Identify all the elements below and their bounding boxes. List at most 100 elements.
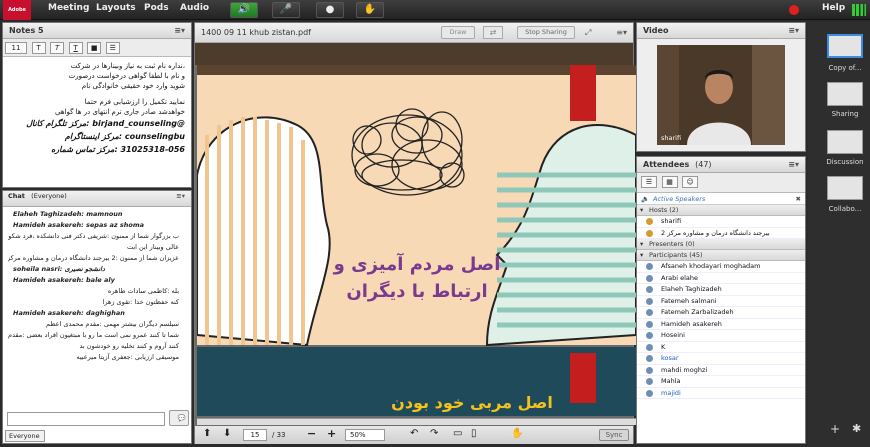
underline-icon[interactable]: T: [68, 42, 83, 54]
participant-icon: [646, 389, 653, 397]
list-icon[interactable]: ☰: [105, 42, 120, 54]
pod-menu-icon[interactable]: ≡▾: [788, 157, 799, 173]
list-view-icon[interactable]: ☰: [641, 176, 657, 188]
left-head-silhouette: [197, 116, 331, 347]
share-bottom-toolbar: ⬆ ⬇ 15 / 33 − + 50% ↶ ↷ ▭ ▯ ✋ Sync: [195, 426, 633, 444]
fullscreen-icon[interactable]: ⤢: [585, 23, 591, 43]
page-number-input[interactable]: 15: [243, 429, 267, 441]
menu-help[interactable]: Help: [822, 3, 845, 13]
raise-hand-button[interactable]: ✋: [356, 2, 384, 18]
close-icon[interactable]: ✖: [796, 193, 801, 205]
participant-item[interactable]: Fatemeh Zarbalizadeh: [637, 307, 805, 319]
pod-menu-icon[interactable]: ≡▾: [176, 191, 185, 202]
host-item[interactable]: sharifi: [637, 216, 805, 228]
participant-item[interactable]: Hamideh asakereh: [637, 319, 805, 330]
next-slide-title: اصل مربی خود بودن: [391, 393, 553, 412]
chat-message: Hamideh asakereh: bale aly: [13, 276, 115, 284]
add-layout-icon[interactable]: +: [830, 422, 840, 436]
layout-label: Collabo...: [828, 205, 862, 213]
chat-message: شما تا کنند عمرو نمی است ما رو با مبتغیو…: [8, 331, 179, 339]
speech-bubble-icon: 💬: [177, 414, 186, 422]
stop-sharing-button[interactable]: Stop Sharing: [517, 26, 575, 39]
participant-item[interactable]: Arabi elahe: [637, 273, 805, 284]
layout-thumb-copy[interactable]: [827, 34, 863, 58]
participant-item[interactable]: Afsaneh khodayari moghadam: [637, 261, 805, 273]
bold-icon[interactable]: T: [31, 42, 46, 54]
microphone-button[interactable]: 🎤: [272, 2, 300, 18]
chat-pod: Chat (Everyone) ≡▾ Elaheh Taghizadeh: ma…: [2, 190, 192, 444]
participant-name: kosar: [661, 354, 679, 362]
fit-width-icon[interactable]: ▭: [453, 428, 462, 439]
menu-meeting[interactable]: Meeting: [48, 3, 89, 13]
redo-icon[interactable]: ↷: [430, 428, 438, 439]
grid-view-icon[interactable]: ▦: [661, 176, 678, 188]
hosts-list: sharifi 2 بیرجند دانشگاه درمان و مشاوره …: [637, 216, 805, 239]
fit-page-icon[interactable]: ▯: [471, 428, 477, 439]
video-pod-header: Video ≡▾: [637, 23, 805, 39]
sync-icon[interactable]: ⇄: [483, 26, 503, 39]
layout-thumb-discussion[interactable]: [827, 130, 863, 154]
participant-item[interactable]: Hoseini: [637, 330, 805, 342]
pod-menu-icon[interactable]: ≡▾: [616, 23, 627, 43]
chat-message: Elaheh Taghizadeh: mamnoun: [13, 210, 123, 218]
speaker-icon: 🔊: [237, 4, 251, 15]
font-size-select[interactable]: 11: [5, 42, 27, 54]
zoom-in-icon[interactable]: +: [327, 427, 336, 440]
participant-name: Hamideh asakereh: [661, 319, 722, 328]
undo-icon[interactable]: ↶: [410, 428, 418, 439]
notes-content[interactable]: ،نداره نام ثبت به نیاز وبینارها در شرکت و…: [3, 57, 191, 156]
settings-icon[interactable]: ✱: [852, 422, 861, 435]
chat-recipient-select[interactable]: Everyone: [5, 430, 45, 442]
chat-input[interactable]: [7, 412, 165, 426]
share-pod-header: 1400 09 11 khub zistan.pdf Draw ⇄ Stop S…: [195, 23, 633, 43]
presenters-section-header[interactable]: Presenters (0): [637, 239, 805, 250]
webcam-button[interactable]: ●: [316, 2, 344, 18]
participant-name: mahdi moghzi: [661, 365, 708, 374]
layout-thumb-sharing[interactable]: [827, 82, 863, 106]
menu-layouts[interactable]: Layouts: [96, 3, 136, 13]
participant-name: Hoseini: [661, 331, 685, 339]
status-view-icon[interactable]: ☺: [682, 176, 699, 188]
layout-label: Discussion: [826, 158, 864, 166]
participant-item[interactable]: Mahla: [637, 376, 805, 388]
sync-button[interactable]: Sync: [599, 429, 629, 441]
horizontal-scrollbar[interactable]: [197, 418, 636, 425]
participant-item[interactable]: K: [637, 342, 805, 353]
zoom-out-icon[interactable]: −: [307, 427, 316, 440]
slide-view: اصل مردم آمیزی و ارتباط با دیگران اصل مر…: [197, 65, 636, 416]
hosts-section-header[interactable]: Hosts (2): [637, 205, 805, 216]
slide-title-line-2: ارتباط با دیگران: [346, 280, 487, 302]
chat-message: کنه حفظتون خدا :تقوی زهرا: [102, 298, 179, 306]
participant-item[interactable]: kosar: [637, 353, 805, 365]
speaker-button[interactable]: 🔊: [230, 2, 258, 18]
chat-title: Chat: [8, 192, 25, 200]
participant-item[interactable]: mahdi moghzi: [637, 365, 805, 376]
send-button[interactable]: 💬: [169, 410, 189, 426]
note-line: ،نداره نام ثبت به نیاز وبینارها در شرکت: [70, 62, 185, 70]
pod-menu-icon[interactable]: ≡▾: [174, 23, 185, 39]
previous-page-icon[interactable]: ⬆: [203, 428, 211, 439]
layout-thumb-collaboration[interactable]: [827, 176, 863, 200]
pointer-icon[interactable]: ✋: [511, 428, 523, 439]
zoom-select[interactable]: 50%: [345, 429, 385, 441]
italic-icon[interactable]: T: [50, 42, 65, 54]
participant-item[interactable]: Elaheh Taghizadeh: [637, 284, 805, 296]
microphone-icon: 🎤: [279, 4, 293, 15]
participant-item[interactable]: majidi: [637, 388, 805, 399]
record-indicator-icon[interactable]: [789, 5, 799, 15]
color-icon[interactable]: ■: [87, 42, 102, 54]
participant-name: Fatemeh salmani: [661, 296, 717, 305]
top-menu-bar: Adobe Meeting Layouts Pods Audio 🔊 🎤 ● ✋…: [0, 0, 870, 20]
video-title: Video: [643, 26, 669, 35]
draw-button[interactable]: Draw: [441, 26, 475, 39]
menu-pods[interactable]: Pods: [144, 3, 169, 13]
menu-audio[interactable]: Audio: [180, 3, 209, 13]
note-line: و نام با لطفا گواهی درخواست درصورت: [68, 72, 185, 80]
pod-menu-icon[interactable]: ≡▾: [788, 23, 799, 39]
host-item[interactable]: 2 بیرجند دانشگاه درمان و مشاوره مرکز: [637, 228, 805, 239]
participant-name: Arabi elahe: [661, 273, 699, 282]
next-page-icon[interactable]: ⬇: [223, 428, 231, 439]
chat-messages: Elaheh Taghizadeh: mamnoun Hamideh asaker…: [3, 207, 191, 405]
participants-section-header[interactable]: Participants (45): [637, 250, 805, 261]
participant-item[interactable]: Fatemeh salmani: [637, 296, 805, 307]
